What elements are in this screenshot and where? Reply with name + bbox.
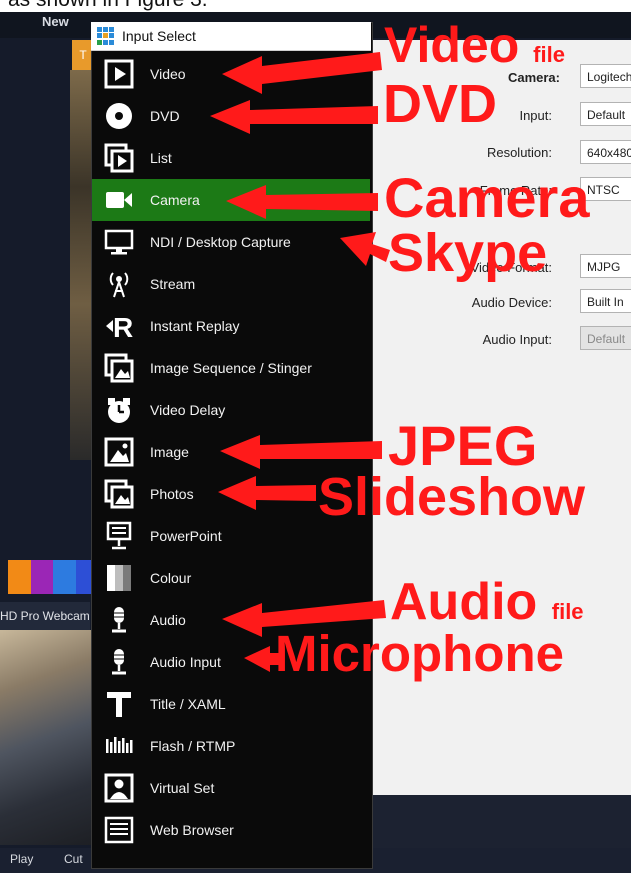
menu-item-virtual-set[interactable]: Virtual Set [92, 767, 370, 809]
menu-item-flash[interactable]: Flash / RTMP [92, 725, 370, 767]
replay-icon: R [102, 309, 136, 343]
menu-label: Virtual Set [150, 780, 215, 796]
menu-label: Image Sequence / Stinger [150, 360, 312, 376]
input-select-icon [97, 27, 115, 45]
menu-label: Audio Input [150, 654, 221, 670]
menu-item-colour[interactable]: Colour [92, 557, 370, 599]
menu-item-ndi[interactable]: NDI / Desktop Capture [92, 221, 370, 263]
camera-select[interactable]: Logitech [580, 64, 631, 88]
image-icon [102, 435, 136, 469]
colour-icon [102, 561, 136, 595]
svg-text:R: R [113, 312, 133, 341]
document-caption: as shown in Figure 3. [0, 0, 631, 12]
swatch-purple[interactable] [30, 560, 53, 594]
dialog-title: Input Select [122, 28, 196, 44]
menu-label: Video [150, 66, 186, 82]
swatch-orange[interactable] [8, 560, 31, 594]
virtual-set-icon [102, 771, 136, 805]
audio-input-select[interactable]: Default [580, 326, 631, 350]
flash-icon [102, 729, 136, 763]
microphone-icon [102, 603, 136, 637]
menu-label: Flash / RTMP [150, 738, 236, 754]
menu-label: Video Delay [150, 402, 226, 418]
swatch-blue[interactable] [53, 560, 76, 594]
menu-label: Web Browser [150, 822, 234, 838]
antenna-icon [102, 267, 136, 301]
menu-label: List [150, 150, 172, 166]
image-sequence-icon [102, 351, 136, 385]
menu-item-list[interactable]: List [92, 137, 370, 179]
menu-item-stream[interactable]: Stream [92, 263, 370, 305]
photos-icon [102, 477, 136, 511]
annotation-dvd: DVD [383, 74, 498, 134]
annotation-skype: Skype [388, 223, 548, 283]
menu-label: Instant Replay [150, 318, 240, 334]
menu-label: Camera [150, 192, 200, 208]
caption-text: as shown in Figure 3. [8, 0, 208, 12]
resolution-select[interactable]: 640x480 [580, 140, 631, 164]
video-format-select[interactable]: MJPG [580, 254, 631, 278]
menu-label: DVD [150, 108, 180, 124]
menu-item-instant-replay[interactable]: R Instant Replay [92, 305, 370, 347]
input-select[interactable]: Default [580, 102, 631, 126]
play-button[interactable]: Play [10, 852, 33, 866]
new-button[interactable]: New [42, 14, 69, 29]
menu-label: NDI / Desktop Capture [150, 234, 291, 250]
audio-input-label: Audio Input: [482, 332, 552, 347]
menu-item-dvd[interactable]: DVD [92, 95, 370, 137]
title-icon [102, 687, 136, 721]
annotation-video-small: file [533, 42, 565, 67]
annotation-microphone: Microphone [275, 625, 564, 682]
menu-item-camera[interactable]: Camera [92, 179, 370, 221]
menu-label: Colour [150, 570, 192, 586]
presentation-icon [102, 519, 136, 553]
timer-icon [102, 393, 136, 427]
web-browser-icon [102, 813, 136, 847]
settings-footer [370, 795, 631, 848]
monitor-icon [102, 225, 136, 259]
menu-label: Stream [150, 276, 196, 292]
webcam-preview [0, 630, 92, 845]
webcam-input-label: HD Pro Webcam [0, 602, 90, 630]
video-file-icon [102, 57, 136, 91]
menu-label: PowerPoint [150, 528, 222, 544]
annotation-slideshow: Slideshow [318, 467, 586, 527]
audio-device-label: Audio Device: [471, 295, 552, 310]
menu-item-image-sequence[interactable]: Image Sequence / Stinger [92, 347, 370, 389]
menu-item-video-delay[interactable]: Video Delay [92, 389, 370, 431]
annotation-jpeg: JPEG [388, 414, 538, 477]
microphone-input-icon [102, 645, 136, 679]
menu-label: Title / XAML [150, 696, 226, 712]
list-icon [102, 141, 136, 175]
menu-label: Audio [150, 612, 186, 628]
disc-icon [102, 99, 136, 133]
menu-label: Image [150, 444, 189, 460]
camera-icon [102, 183, 136, 217]
annotation-video: Video file [384, 17, 565, 73]
annotation-audio-small: file [551, 599, 584, 624]
annotation-audio: Audio file [390, 573, 584, 631]
audio-device-select[interactable]: Built In [580, 289, 631, 313]
menu-label: Photos [150, 486, 194, 502]
cut-button[interactable]: Cut [64, 852, 83, 866]
annotation-camera: Camera [384, 166, 590, 229]
resolution-label: Resolution: [486, 145, 552, 160]
menu-item-title[interactable]: Title / XAML [92, 683, 370, 725]
colour-swatches [8, 560, 98, 594]
menu-item-video[interactable]: Video [92, 53, 370, 95]
menu-item-web-browser[interactable]: Web Browser [92, 809, 370, 851]
